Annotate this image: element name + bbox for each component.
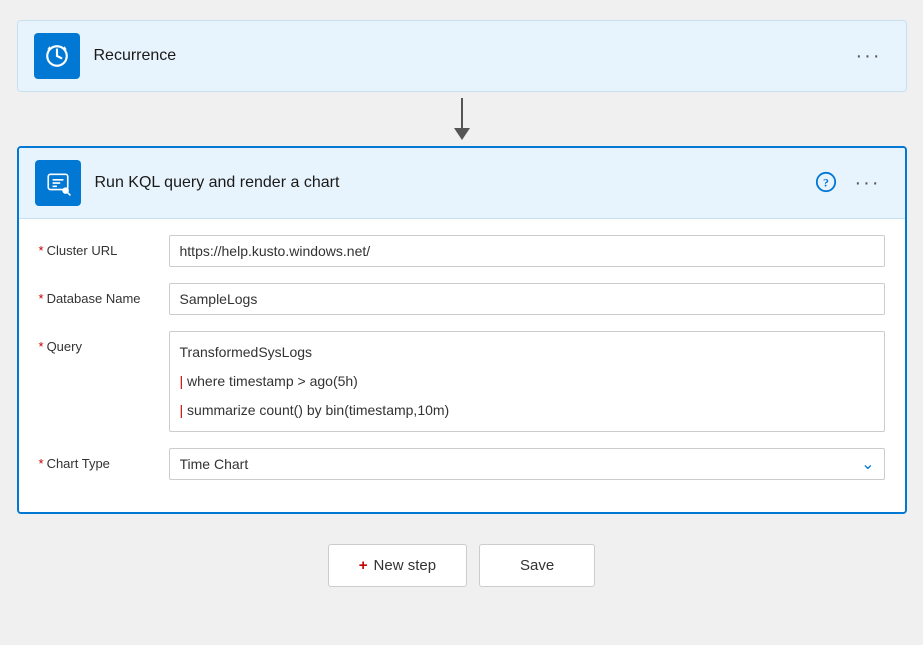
kql-action-icon	[35, 160, 81, 206]
query-label: *Query	[39, 331, 169, 354]
database-name-input[interactable]	[169, 283, 885, 315]
flow-arrow	[454, 98, 470, 140]
required-star-chart: *	[39, 456, 44, 471]
kql-more-button[interactable]: ···	[847, 168, 889, 199]
cluster-url-label: *Cluster URL	[39, 235, 169, 258]
query-row: *Query TransformedSysLogs | where timest…	[39, 331, 885, 432]
new-step-label: New step	[374, 557, 437, 574]
chart-type-label: *Chart Type	[39, 448, 169, 471]
required-star-query: *	[39, 339, 44, 354]
kql-title: Run KQL query and render a chart	[95, 174, 815, 192]
query-input[interactable]: TransformedSysLogs | where timestamp > a…	[169, 331, 885, 432]
help-icon: ?	[815, 171, 837, 193]
help-button[interactable]: ?	[815, 171, 837, 196]
svg-text:?: ?	[823, 175, 829, 189]
chart-type-row: *Chart Type Time Chart Bar Chart Pie Cha…	[39, 448, 885, 480]
chart-type-select[interactable]: Time Chart Bar Chart Pie Chart Line Char…	[169, 448, 885, 480]
database-name-row: *Database Name	[39, 283, 885, 315]
cluster-url-input[interactable]	[169, 235, 885, 267]
recurrence-title: Recurrence	[94, 47, 848, 65]
plus-icon: +	[359, 557, 368, 574]
recurrence-icon	[34, 33, 80, 79]
recurrence-more-button[interactable]: ···	[848, 41, 890, 72]
recurrence-card: Recurrence ···	[17, 20, 907, 92]
bottom-actions: + New step Save	[328, 544, 596, 587]
kql-form-body: *Cluster URL *Database Name *Query Trans…	[19, 219, 905, 512]
database-name-label: *Database Name	[39, 283, 169, 306]
required-star: *	[39, 243, 44, 258]
query-line-2: | where timestamp > ago(5h)	[180, 371, 874, 392]
query-line-1: TransformedSysLogs	[180, 342, 874, 363]
cluster-url-row: *Cluster URL	[39, 235, 885, 267]
query-line-3: | summarize count() by bin(timestamp,10m…	[180, 400, 874, 421]
save-button[interactable]: Save	[479, 544, 595, 587]
kql-header: Run KQL query and render a chart ? ···	[19, 148, 905, 219]
kql-card: Run KQL query and render a chart ? ··· *…	[17, 146, 907, 514]
kql-icon	[45, 170, 71, 196]
chart-type-select-wrapper: Time Chart Bar Chart Pie Chart Line Char…	[169, 448, 885, 480]
required-star-db: *	[39, 291, 44, 306]
arrow-line	[461, 98, 463, 128]
clock-icon	[44, 43, 70, 69]
arrow-head	[454, 128, 470, 140]
new-step-button[interactable]: + New step	[328, 544, 467, 587]
